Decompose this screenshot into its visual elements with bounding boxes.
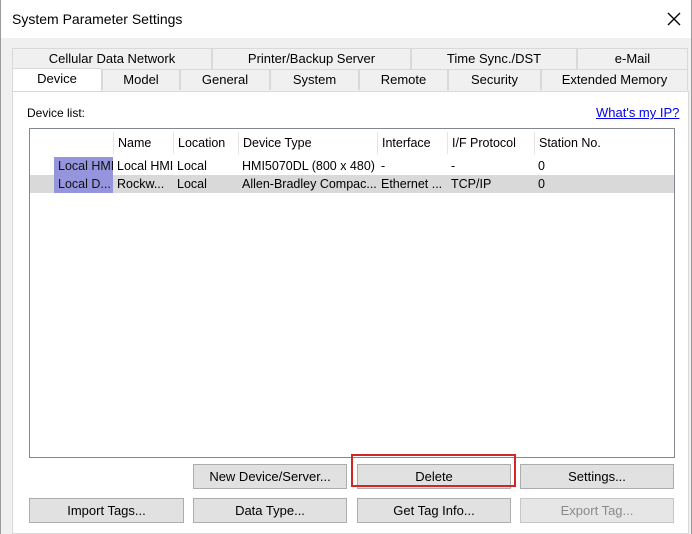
cell-device-type: Allen-Bradley Compac... (242, 177, 377, 191)
row-header[interactable]: Local D... (54, 175, 113, 193)
row-header[interactable]: Local HMI (54, 157, 113, 175)
new-device-server-button[interactable]: New Device/Server... (193, 464, 347, 489)
tab-label: Model (123, 72, 159, 87)
cell-station: 0 (538, 177, 545, 191)
tab-label: General (201, 72, 249, 87)
column-header-interface[interactable]: Interface (377, 132, 447, 154)
column-header-device-type[interactable]: Device Type (238, 132, 377, 154)
cell-interface: - (381, 159, 386, 173)
get-tag-info-button[interactable]: Get Tag Info... (357, 498, 511, 523)
cell-interface: Ethernet ... (381, 177, 443, 191)
cell-protocol: TCP/IP (451, 177, 492, 191)
cell-protocol: - (451, 159, 456, 173)
tab-system[interactable]: System (270, 69, 359, 90)
tab-label: Device (37, 71, 77, 86)
column-header-name[interactable]: Name (113, 132, 173, 154)
dialog-body: Cellular Data Network Printer/Backup Ser… (1, 38, 691, 534)
tab-label: System (292, 72, 337, 87)
cell-device-type: HMI5070DL (800 x 480) (242, 159, 375, 173)
tab-device[interactable]: Device (12, 68, 102, 91)
column-header-if-protocol[interactable]: I/F Protocol (447, 132, 534, 154)
window-title: System Parameter Settings (12, 11, 183, 27)
tab-remote[interactable]: Remote (359, 69, 448, 90)
tab-extended-memory[interactable]: Extended Memory (541, 69, 688, 90)
tab-label: e-Mail (614, 51, 651, 66)
tab-label: Remote (380, 72, 427, 87)
column-header-location[interactable]: Location (173, 132, 238, 154)
cell-station: 0 (538, 159, 545, 173)
title-bar: System Parameter Settings (1, 0, 691, 38)
tab-model[interactable]: Model (102, 69, 180, 90)
highlight-box (351, 454, 516, 487)
column-header-station-no[interactable]: Station No. (534, 132, 674, 154)
tab-label: Time Sync./DST (446, 51, 542, 66)
tab-label: Cellular Data Network (48, 51, 176, 66)
tab-label: Security (471, 72, 518, 87)
device-list[interactable]: Name Location Device Type Interface I/F … (29, 128, 675, 458)
device-list-label: Device list: (27, 106, 86, 120)
tab-email[interactable]: e-Mail (577, 48, 688, 69)
tab-printer-backup-server[interactable]: Printer/Backup Server (212, 48, 411, 69)
tab-label: Printer/Backup Server (247, 51, 376, 66)
tab-label: Extended Memory (561, 72, 668, 87)
dialog-window: System Parameter Settings Cellular Data … (0, 0, 692, 534)
tab-general[interactable]: General (180, 69, 270, 90)
settings-button[interactable]: Settings... (520, 464, 674, 489)
cell-location: Local (177, 177, 207, 191)
cell-location: Local (177, 159, 207, 173)
data-type-button[interactable]: Data Type... (193, 498, 347, 523)
tab-security[interactable]: Security (448, 69, 541, 90)
cell-name: Rockw... (117, 177, 165, 191)
cell-name: Local HMI (117, 159, 173, 173)
close-icon[interactable] (661, 6, 687, 32)
table-row[interactable]: Local HMI Local HMI Local HMI5070DL (800… (30, 157, 674, 175)
tab-time-sync-dst[interactable]: Time Sync./DST (411, 48, 577, 69)
whats-my-ip-link[interactable]: What's my IP? (596, 105, 679, 120)
import-tags-button[interactable]: Import Tags... (29, 498, 184, 523)
table-row-selected[interactable]: Local D... Rockw... Local Allen-Bradley … (30, 175, 674, 193)
tab-cellular-data-network[interactable]: Cellular Data Network (12, 48, 212, 69)
export-tag-button[interactable]: Export Tag... (520, 498, 674, 523)
